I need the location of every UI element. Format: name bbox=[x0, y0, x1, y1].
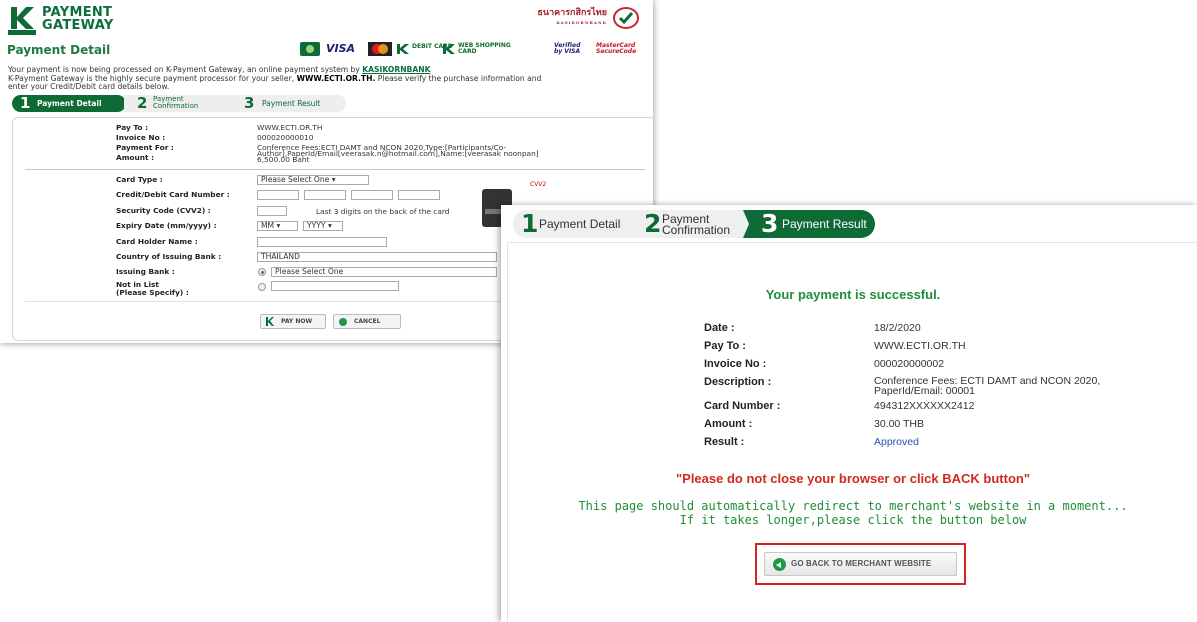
cancel-icon bbox=[339, 318, 347, 326]
intro-text: Your payment is now being processed on K… bbox=[8, 65, 648, 92]
pay-to-value: WWW.ECTI.OR.TH bbox=[257, 123, 323, 132]
merchant-name: WWW.ECTI.OR.TH. bbox=[296, 73, 376, 83]
card-number-label: Credit/Debit Card Number : bbox=[116, 190, 230, 199]
step-2: 2 Payment Confirmation bbox=[637, 210, 749, 238]
invoice-value: 000020000010 bbox=[257, 133, 314, 142]
amount-value: 30.00 THB bbox=[874, 418, 925, 430]
bank-thai-name: ธนาคารกสิกรไทย bbox=[537, 8, 607, 18]
step-1-active: 1 Payment Detail bbox=[12, 94, 126, 112]
expiry-year-select[interactable]: YYYY ▾ bbox=[303, 221, 343, 231]
card-holder-input[interactable] bbox=[257, 237, 387, 247]
card-number-label: Card Number : bbox=[704, 400, 781, 412]
card-holder-label: Card Holder Name : bbox=[116, 237, 198, 246]
invoice-label: Invoice No : bbox=[704, 358, 767, 370]
amount-label: Amount : bbox=[116, 153, 155, 162]
result-panel: Your payment is successful. Date : 18/2/… bbox=[507, 242, 1197, 622]
pay-now-button[interactable]: PAY NOW bbox=[260, 314, 326, 329]
cvv-label: Security Code (CVV2) : bbox=[116, 206, 211, 215]
form-divider bbox=[25, 169, 645, 170]
amount-value: 6,500.00 Baht bbox=[257, 155, 310, 164]
country-select[interactable]: THAILAND bbox=[257, 252, 497, 262]
k-icon bbox=[266, 317, 274, 326]
amount-label: Amount : bbox=[704, 418, 753, 430]
step-3-label: Payment Result bbox=[782, 217, 867, 231]
invoice-label: Invoice No : bbox=[116, 133, 166, 142]
payment-for-label: Payment For : bbox=[116, 143, 174, 152]
kbank-emblem-icon bbox=[613, 7, 639, 29]
logo-line2: GATEWAY bbox=[42, 18, 114, 33]
visa-logo: VISA bbox=[326, 42, 356, 55]
description-label: Description : bbox=[704, 376, 772, 388]
not-in-list-radio[interactable] bbox=[258, 283, 266, 291]
result-value: Approved bbox=[874, 436, 919, 448]
result-step-indicator: 1 Payment Detail 2 Payment Confirmation … bbox=[501, 205, 1197, 243]
pay-to-label: Pay To : bbox=[704, 340, 746, 352]
not-in-list-label: Not in List (Please Specify) : bbox=[116, 280, 189, 297]
kbank-logo-icon bbox=[8, 5, 36, 35]
web-shopping-card-label: WEB SHOPPING CARD bbox=[458, 42, 511, 55]
date-value: 18/2/2020 bbox=[874, 322, 921, 334]
issuing-bank-select[interactable]: Please Select One bbox=[271, 267, 497, 277]
card-type-label: Card Type : bbox=[116, 175, 163, 184]
intro-line2-suffix: Please verify the purchase information a… bbox=[377, 73, 542, 83]
step-1-label: Payment Detail bbox=[539, 217, 621, 231]
issuing-bank-label: Issuing Bank : bbox=[116, 267, 175, 276]
cvv-input[interactable] bbox=[257, 206, 287, 216]
bank-en-name: KASIKORNBANK bbox=[556, 20, 607, 25]
card-brands-strip: VISA DEBIT CARD WEB SHOPPING CARD Verifi… bbox=[300, 42, 645, 58]
step-3-active: 3 Payment Result bbox=[743, 210, 875, 238]
intro-line3: enter your Credit/Debit card details bel… bbox=[8, 82, 170, 92]
cvv-hint: Last 3 digits on the back of the card bbox=[316, 207, 450, 216]
step-3: 3 Payment Result bbox=[234, 94, 346, 112]
card-number-value: 494312XXXXXX2412 bbox=[874, 400, 975, 412]
k-web-shopping-icon bbox=[443, 44, 455, 54]
step-3-label: Payment Result bbox=[262, 99, 321, 108]
step-indicator: 1 Payment Detail 2 Payment Confirmation … bbox=[12, 94, 352, 112]
kbank-card-icon bbox=[300, 42, 320, 56]
redirect-message: This page should automatically redirect … bbox=[508, 499, 1197, 527]
back-button-highlight: GO BACK TO MERCHANT WEBSITE bbox=[755, 543, 966, 585]
k-debit-icon bbox=[397, 44, 409, 54]
card-number-field-1[interactable] bbox=[257, 190, 299, 200]
not-in-list-input[interactable] bbox=[271, 281, 399, 291]
description-line2: PaperId/Email: 00001 bbox=[874, 385, 975, 397]
step-1: 1 Payment Detail bbox=[513, 210, 639, 238]
card-type-select[interactable]: Please Select One ▾ bbox=[257, 175, 369, 185]
country-label: Country of Issuing Bank : bbox=[116, 252, 222, 261]
go-back-label: GO BACK TO MERCHANT WEBSITE bbox=[791, 559, 932, 568]
invoice-value: 000020000002 bbox=[874, 358, 945, 370]
pay-to-value: WWW.ECTI.OR.TH bbox=[874, 340, 966, 352]
go-back-to-merchant-button[interactable]: GO BACK TO MERCHANT WEBSITE bbox=[764, 552, 957, 576]
card-number-field-4[interactable] bbox=[398, 190, 440, 200]
step-2: 2 Payment Confirmation bbox=[124, 94, 234, 112]
card-number-field-2[interactable] bbox=[304, 190, 346, 200]
do-not-close-warning: "Please do not close your browser or cli… bbox=[675, 471, 1030, 486]
issuing-bank-radio[interactable] bbox=[258, 268, 266, 276]
expiry-month-select[interactable]: MM ▾ bbox=[257, 221, 298, 231]
step-2-label-line2: Confirmation bbox=[662, 223, 731, 237]
k-payment-gateway-logo: PAYMENT GATEWAY bbox=[8, 5, 133, 35]
cancel-button[interactable]: CANCEL bbox=[333, 314, 401, 329]
success-message: Your payment is successful. bbox=[765, 287, 941, 302]
back-arrow-icon bbox=[773, 558, 786, 571]
pay-to-label: Pay To : bbox=[116, 123, 149, 132]
expiry-label: Expiry Date (mm/yyyy) : bbox=[116, 221, 217, 230]
redirect-line1: This page should automatically redirect … bbox=[578, 499, 1128, 513]
payment-result-window: 1 Payment Detail 2 Payment Confirmation … bbox=[501, 205, 1197, 622]
step-2-label: Payment Confirmation bbox=[153, 95, 199, 110]
section-title: Payment Detail bbox=[7, 43, 111, 57]
date-label: Date : bbox=[704, 322, 735, 334]
mastercard-securecode-logo: MasterCard SecureCode bbox=[596, 42, 637, 55]
card-number-field-3[interactable] bbox=[351, 190, 393, 200]
kbank-bank-name: ธนาคารกสิกรไทย KASIKORNBANK bbox=[537, 8, 607, 28]
step-1-label: Payment Detail bbox=[37, 99, 102, 108]
result-label: Result : bbox=[704, 436, 745, 448]
mastercard-icon bbox=[368, 42, 392, 56]
verified-by-visa-logo: Verified by VISA bbox=[554, 42, 581, 55]
redirect-line2: If it takes longer,please click the butt… bbox=[679, 513, 1027, 527]
